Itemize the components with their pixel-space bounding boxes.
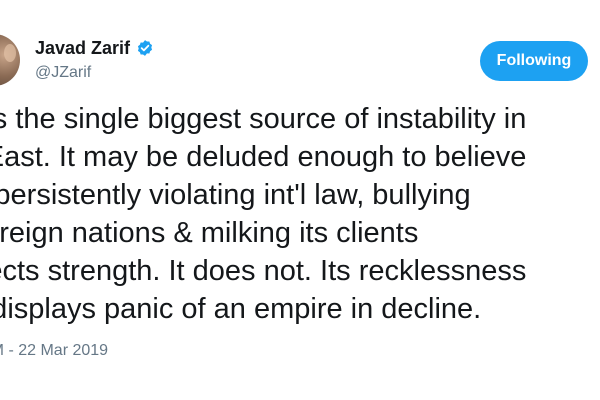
tweet-text-line: sovereign nations & milking its clients (0, 217, 419, 249)
avatar[interactable] (0, 34, 20, 86)
tweet-text-line: US is the single biggest source of insta… (0, 103, 527, 135)
author-name-row: Javad Zarif (35, 35, 154, 61)
tweet-text-line: that persistently violating int'l law, b… (0, 179, 471, 211)
tweet-timestamp[interactable]: AM - 22 Mar 2019 (0, 342, 108, 360)
author-handle[interactable]: @JZarif (35, 64, 91, 82)
following-button[interactable]: Following (480, 41, 588, 81)
verified-badge-icon (137, 40, 153, 56)
tweet-text: US is the single biggest source of insta… (0, 100, 600, 328)
tweet-text-line: projects strength. It does not. Its reck… (0, 255, 527, 287)
tweet-text-line: MidEast. It may be deluded enough to bel… (0, 141, 527, 173)
author-display-name[interactable]: Javad Zarif (35, 38, 130, 59)
tweet-text-line: just displays panic of an empire in decl… (0, 293, 482, 325)
tweet-card: Javad Zarif @JZarif Following US is the … (0, 0, 600, 400)
